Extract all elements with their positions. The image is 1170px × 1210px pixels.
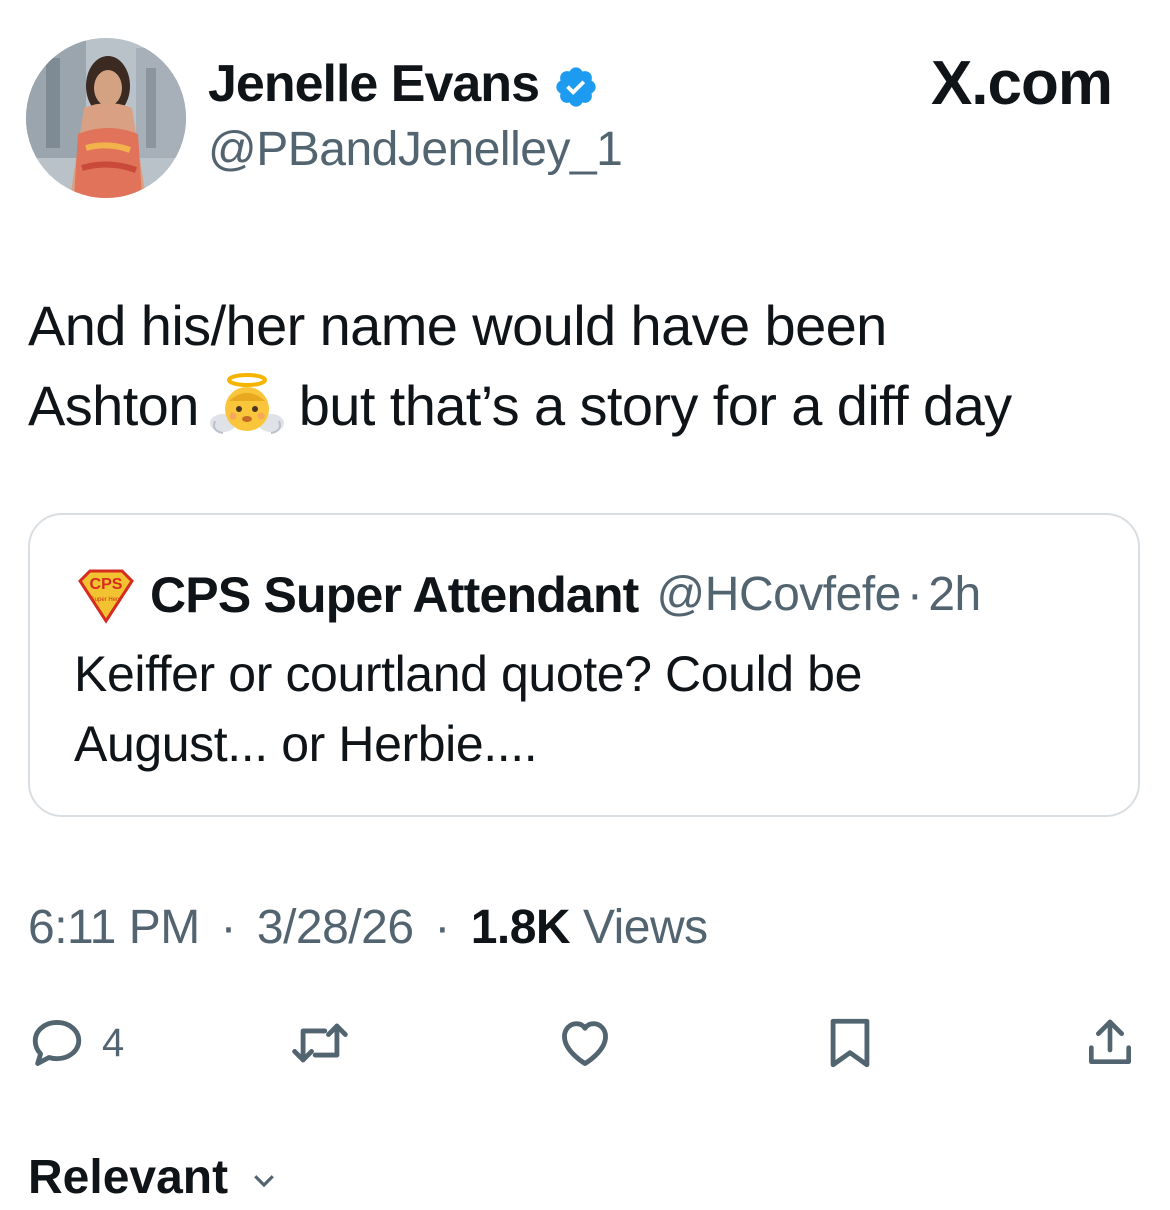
tweet-text: And his/her name would have been Ashton …: [28, 286, 1148, 446]
relevant-replies-toggle[interactable]: Relevant: [28, 1148, 279, 1210]
quoted-line-1: Keiffer or courtland quote? Could be: [74, 646, 862, 702]
views-count: 1.8K: [470, 901, 571, 954]
quoted-author-name[interactable]: CPS Super Attendant: [150, 565, 639, 625]
quoted-time[interactable]: 2h: [928, 568, 981, 621]
quoted-separator: ·: [906, 568, 923, 621]
tweet-line-1: And his/her name would have been: [28, 294, 887, 357]
quoted-line-2: August... or Herbie....: [74, 716, 538, 772]
views-label: Views: [582, 901, 708, 954]
author-handle[interactable]: @PBandJenelley_1: [208, 118, 623, 182]
tweet-line-2: Ashton but that’s a story for a diff day: [28, 366, 1148, 446]
share-icon: [1089, 1019, 1131, 1064]
repost-button[interactable]: [288, 1008, 352, 1078]
author-name-row[interactable]: Jenelle Evans: [208, 52, 599, 116]
quoted-author-avatar[interactable]: CPS Super Hero: [74, 563, 138, 627]
meta-separator-1: ·: [220, 901, 237, 954]
quoted-author-handle[interactable]: @HCovfefe: [657, 568, 902, 621]
site-watermark: X.com: [930, 49, 1113, 118]
reply-icon: [32, 1020, 82, 1066]
bookmark-icon: [830, 1018, 870, 1068]
tweet-time[interactable]: 6:11 PM: [28, 901, 200, 954]
quoted-tweet-card[interactable]: CPS Super Hero CPS Super Attendant @HCov…: [28, 513, 1140, 817]
meta-separator-2: ·: [434, 901, 450, 954]
chevron-down-icon: [249, 1150, 279, 1210]
quoted-avatar-logo-text: CPS: [90, 576, 123, 593]
share-button[interactable]: [1082, 1008, 1138, 1078]
baby-angel-emoji: [209, 371, 285, 441]
like-button[interactable]: [555, 1008, 615, 1078]
author-avatar[interactable]: [26, 38, 186, 198]
author-display-name[interactable]: Jenelle Evans: [208, 52, 540, 116]
action-bar: 4: [0, 1008, 1170, 1078]
quoted-author-meta: @HCovfefe · 2h: [657, 565, 982, 625]
reply-button[interactable]: 4: [28, 1008, 124, 1078]
like-icon: [562, 1021, 608, 1066]
quoted-tweet-text: Keiffer or courtland quote? Could be Aug…: [74, 639, 1104, 779]
quoted-avatar-logo-subtext: Super Hero: [91, 597, 122, 603]
quoted-tweet-header: CPS Super Hero CPS Super Attendant @HCov…: [74, 563, 981, 627]
relevant-label: Relevant: [28, 1151, 229, 1204]
bookmark-button[interactable]: [823, 1008, 877, 1078]
reply-count: 4: [102, 1021, 125, 1065]
tweet-date[interactable]: 3/28/26: [257, 901, 414, 954]
tweet-line-2-after: but that’s a story for a diff day: [298, 374, 1012, 437]
tweet-meta: 6:11 PM · 3/28/26 · 1.8K Views: [28, 898, 708, 958]
repost-icon: [292, 1023, 348, 1063]
verified-badge-icon[interactable]: [553, 61, 599, 107]
tweet-line-2-before: Ashton: [28, 374, 199, 437]
